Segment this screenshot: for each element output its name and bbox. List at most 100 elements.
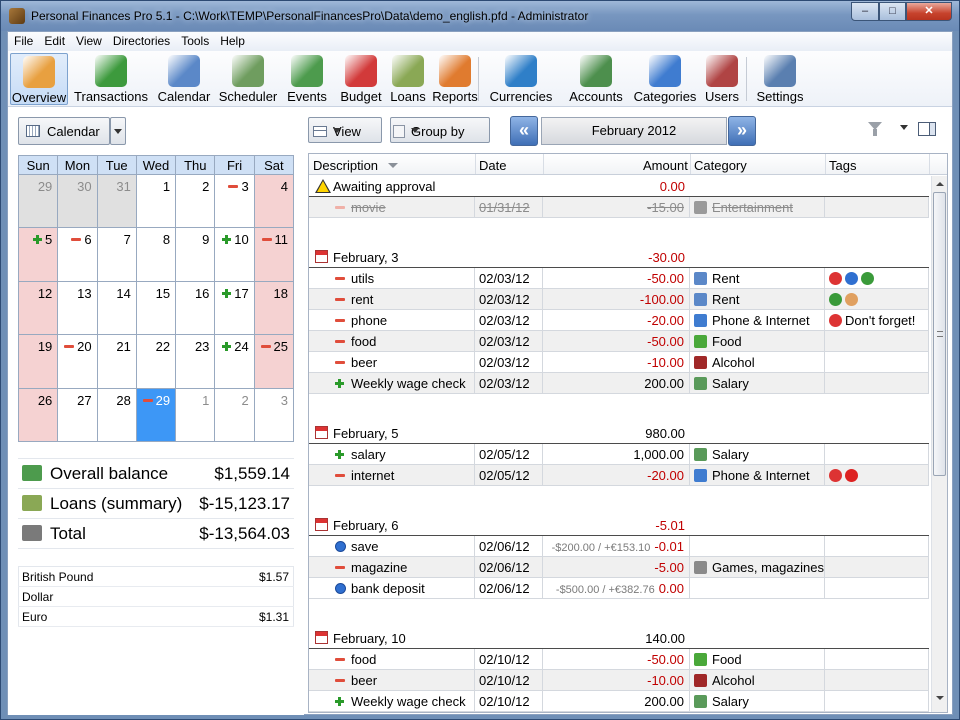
calendar-day[interactable]: 9 [175, 227, 216, 282]
calendar-day[interactable]: 27 [57, 387, 98, 443]
next-month-button[interactable]: » [728, 116, 756, 146]
toolbar-reports-button[interactable]: Reports [432, 53, 478, 105]
transaction-row[interactable]: food 02/03/12 -50.00 Food [309, 331, 929, 352]
transaction-row[interactable]: phone 02/03/12 -20.00 Phone & Internet Don't… [309, 310, 929, 331]
maximize-button[interactable]: □ [879, 2, 906, 21]
calendar-day[interactable]: 2 [175, 173, 216, 229]
calendar-day[interactable]: 23 [175, 334, 216, 389]
group-header[interactable]: February, 10 140.00 [309, 628, 929, 649]
transaction-row[interactable]: beer 02/10/12 -10.00 Alcohol [309, 670, 929, 691]
menu-file[interactable]: File [8, 32, 38, 48]
calendar-day[interactable]: 28 [96, 387, 137, 443]
calendar-day[interactable]: 17 [214, 280, 255, 336]
toolbar-label: Categories [633, 89, 697, 104]
calendar-day[interactable]: 21 [96, 334, 137, 389]
previous-month-button[interactable]: « [510, 116, 538, 146]
menu-directories[interactable]: Directories [107, 32, 175, 48]
menu-view[interactable]: View [70, 32, 107, 48]
column-category[interactable]: Category [694, 158, 747, 173]
calendar-day[interactable]: 31 [96, 173, 137, 229]
transaction-row[interactable]: magazine 02/06/12 -5.00 Games, magazines, [309, 557, 929, 578]
toolbar-loans-button[interactable]: Loans [389, 53, 427, 105]
summary-label: Loans (summary) [50, 493, 183, 513]
calendar-dropdown-button[interactable] [110, 117, 126, 145]
panel-toggle-icon[interactable] [918, 122, 936, 136]
toolbar-categories-button[interactable]: Categories [633, 53, 697, 105]
view-menu-button[interactable]: View [308, 117, 382, 143]
calendar-day[interactable]: 11 [253, 227, 295, 282]
tags-cell [825, 670, 929, 691]
calendar-day[interactable]: 2 [214, 387, 255, 443]
calendar-day[interactable]: 30 [57, 173, 98, 229]
filter-dropdown-icon[interactable] [900, 125, 908, 130]
calendar-day[interactable]: 12 [17, 280, 59, 336]
transaction-row[interactable]: salary 02/05/12 1,000.00 Salary [309, 444, 929, 465]
toolbar-settings-button[interactable]: Settings [750, 53, 810, 105]
toolbar-budget-button[interactable]: Budget [337, 53, 385, 105]
toolbar-transactions-button[interactable]: Transactions [72, 53, 150, 105]
calendar-day[interactable]: 10 [214, 227, 255, 282]
menu-help[interactable]: Help [214, 32, 250, 48]
calendar-day[interactable]: 15 [135, 280, 177, 336]
toolbar-scheduler-button[interactable]: Scheduler [217, 53, 279, 105]
category-text: Entertainment [712, 200, 793, 215]
group-by-button[interactable]: Group by [390, 117, 490, 143]
calendar-day[interactable]: 25 [253, 334, 295, 389]
transaction-row[interactable]: Weekly wage check 02/03/12 200.00 Salary [309, 373, 929, 394]
group-header[interactable]: February, 5 980.00 [309, 423, 929, 444]
filter-icon[interactable] [868, 122, 882, 136]
calendar-day[interactable]: 18 [253, 280, 295, 336]
transaction-row[interactable]: food 02/10/12 -50.00 Food [309, 649, 929, 670]
calendar-day[interactable]: 24 [214, 334, 255, 389]
transaction-row[interactable]: beer 02/03/12 -10.00 Alcohol [309, 352, 929, 373]
column-amount[interactable]: Amount [643, 158, 688, 173]
calendar-day[interactable]: 1 [135, 173, 177, 229]
scroll-thumb[interactable] [933, 192, 946, 476]
transaction-row[interactable]: rent 02/03/12 -100.00 Rent [309, 289, 929, 310]
group-header[interactable]: February, 3 -30.00 [309, 247, 929, 268]
toolbar-overview-button[interactable]: Overview [10, 53, 68, 105]
calendar-day[interactable]: 5 [17, 227, 59, 282]
toolbar-currencies-button[interactable]: Currencies [482, 53, 560, 105]
calendar-day[interactable]: 3 [253, 387, 295, 443]
month-selector[interactable]: February 2012 [541, 117, 727, 145]
calendar-day[interactable]: 6 [57, 227, 98, 282]
group-header[interactable]: February, 6 -5.01 [309, 515, 929, 536]
calendar-day[interactable]: 16 [175, 280, 216, 336]
transaction-row[interactable]: utils 02/03/12 -50.00 Rent [309, 268, 929, 289]
calendar-day[interactable]: 29 [135, 387, 177, 443]
toolbar-users-button[interactable]: Users [702, 53, 742, 105]
column-description[interactable]: Description [313, 158, 378, 173]
vertical-scrollbar[interactable] [931, 176, 947, 712]
transaction-row[interactable]: Weekly wage check 02/10/12 200.00 Salary [309, 691, 929, 712]
calendar-day[interactable]: 1 [175, 387, 216, 443]
column-tags[interactable]: Tags [829, 158, 856, 173]
calendar-day[interactable]: 19 [17, 334, 59, 389]
calendar-day[interactable]: 29 [17, 173, 59, 229]
calendar-day[interactable]: 20 [57, 334, 98, 389]
transaction-row[interactable]: save 02/06/12 -$200.00 / +€153.10 -0.01 [309, 536, 929, 557]
transaction-row[interactable]: movie 01/31/12 -15.00 Entertainment [309, 197, 929, 218]
calendar-day[interactable]: 8 [135, 227, 177, 282]
menu-tools[interactable]: Tools [175, 32, 214, 48]
calendar-day[interactable]: 3 [214, 173, 255, 229]
calendar-day[interactable]: 14 [96, 280, 137, 336]
column-date[interactable]: Date [479, 158, 506, 173]
calendar-day[interactable]: 4 [253, 173, 295, 229]
scroll-down-icon[interactable] [936, 696, 944, 700]
calendar-day[interactable]: 13 [57, 280, 98, 336]
scroll-up-icon[interactable] [936, 182, 944, 186]
minimize-button[interactable]: – [851, 2, 879, 21]
calendar-day[interactable]: 7 [96, 227, 137, 282]
calendar-day[interactable]: 22 [135, 334, 177, 389]
menu-edit[interactable]: Edit [38, 32, 70, 48]
transaction-row[interactable]: internet 02/05/12 -20.00 Phone & Internet [309, 465, 929, 486]
toolbar-calendar-button[interactable]: Calendar [155, 53, 213, 105]
toolbar-accounts-button[interactable]: Accounts [565, 53, 627, 105]
group-header[interactable]: Awaiting approval 0.00 [309, 176, 929, 197]
calendar-day[interactable]: 26 [17, 387, 59, 443]
calendar-view-button[interactable]: Calendar [18, 117, 110, 145]
transaction-row[interactable]: bank deposit 02/06/12 -$500.00 / +€382.76 0… [309, 578, 929, 599]
toolbar-events-button[interactable]: Events [283, 53, 331, 105]
close-button[interactable]: ✕ [906, 2, 952, 21]
